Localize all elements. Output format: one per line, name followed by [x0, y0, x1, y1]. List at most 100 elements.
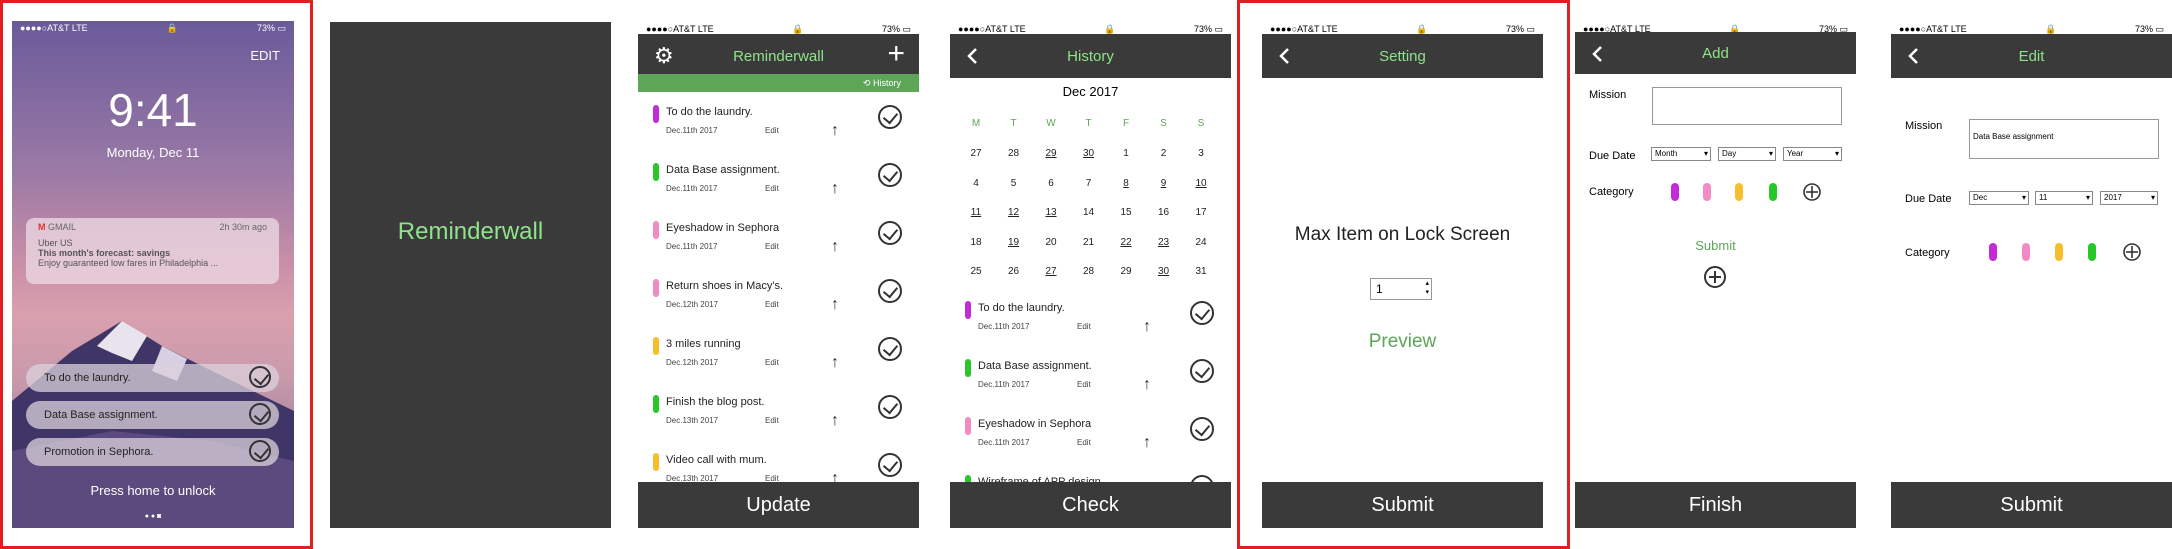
- calendar-day[interactable]: 30: [1075, 148, 1103, 159]
- add-icon[interactable]: +: [887, 37, 905, 71]
- category-purple[interactable]: [1989, 243, 1997, 261]
- day-select[interactable]: 11: [2035, 191, 2093, 205]
- back-arrow-icon[interactable]: [1587, 41, 1609, 67]
- check-circle-icon[interactable]: [878, 279, 902, 303]
- calendar-day[interactable]: 7: [1075, 178, 1103, 189]
- check-circle-icon[interactable]: [878, 337, 902, 361]
- month-select[interactable]: Dec: [1969, 191, 2029, 205]
- task-item[interactable]: Finish the blog post. Dec.13th 2017 Edit ↑: [653, 395, 903, 453]
- back-arrow-icon[interactable]: [1903, 43, 1925, 69]
- calendar-day[interactable]: 28: [1075, 266, 1103, 277]
- arrow-up-icon[interactable]: ↑: [1143, 434, 1151, 452]
- edit-link[interactable]: Edit: [765, 184, 779, 193]
- calendar-day[interactable]: 23: [1150, 237, 1178, 248]
- lock-tile[interactable]: To do the laundry.: [26, 364, 279, 392]
- category-yellow[interactable]: [2055, 243, 2063, 261]
- calendar-day[interactable]: 26: [1000, 266, 1028, 277]
- category-green[interactable]: [1769, 183, 1777, 201]
- check-circle-icon[interactable]: [878, 105, 902, 129]
- category-purple[interactable]: [1671, 183, 1679, 201]
- submit-category-link[interactable]: Submit: [1575, 238, 1856, 253]
- edit-link[interactable]: Edit: [765, 242, 779, 251]
- edit-link[interactable]: Edit: [1077, 322, 1091, 331]
- gmail-notification[interactable]: M GMAIL 2h 30m ago Uber US This month's …: [26, 218, 279, 284]
- finish-button[interactable]: Finish: [1575, 482, 1856, 528]
- calendar-day[interactable]: 29: [1037, 148, 1065, 159]
- calendar-day[interactable]: 5: [1000, 178, 1028, 189]
- back-arrow-icon[interactable]: [962, 43, 984, 69]
- max-item-stepper[interactable]: 1 ▴ ▾: [1370, 278, 1432, 300]
- submit-button[interactable]: Submit: [1262, 482, 1543, 528]
- calendar-day[interactable]: 2: [1150, 148, 1178, 159]
- task-item[interactable]: Data Base assignment. Dec.11th 2017 Edit ↑: [653, 163, 903, 221]
- check-circle-icon[interactable]: [878, 395, 902, 419]
- calendar-day[interactable]: 31: [1187, 266, 1215, 277]
- calendar-day[interactable]: 29: [1112, 266, 1140, 277]
- day-select[interactable]: Day: [1718, 147, 1776, 161]
- task-item[interactable]: To do the laundry. Dec.11th 2017 Edit ↑: [653, 105, 903, 163]
- check-circle-icon[interactable]: [1190, 359, 1214, 383]
- submit-button[interactable]: Submit: [1891, 482, 2172, 528]
- task-item[interactable]: Eyeshadow in Sephora Dec.11th 2017 Edit ↑: [653, 221, 903, 279]
- check-circle-icon[interactable]: [249, 403, 271, 425]
- check-circle-icon[interactable]: [878, 163, 902, 187]
- calendar-day[interactable]: 15: [1112, 207, 1140, 218]
- check-circle-icon[interactable]: [1190, 301, 1214, 325]
- calendar-day[interactable]: 17: [1187, 207, 1215, 218]
- add-category-icon[interactable]: [1802, 182, 1822, 202]
- calendar-day[interactable]: 1: [1112, 148, 1140, 159]
- calendar-day[interactable]: 25: [962, 266, 990, 277]
- edit-link[interactable]: Edit: [765, 126, 779, 135]
- calendar-day[interactable]: 27: [962, 148, 990, 159]
- year-select[interactable]: Year: [1783, 147, 1842, 161]
- check-circle-icon[interactable]: [1190, 417, 1214, 441]
- arrow-up-icon[interactable]: ↑: [1143, 376, 1151, 394]
- arrow-up-icon[interactable]: ↑: [831, 180, 839, 198]
- calendar-day[interactable]: 20: [1037, 237, 1065, 248]
- calendar-day[interactable]: 19: [1000, 237, 1028, 248]
- calendar-day[interactable]: 18: [962, 237, 990, 248]
- add-circle-icon[interactable]: [1704, 266, 1726, 288]
- category-pink[interactable]: [1703, 183, 1711, 201]
- calendar-day[interactable]: 27: [1037, 266, 1065, 277]
- stepper-arrows-icon[interactable]: ▴ ▾: [1425, 279, 1429, 297]
- task-item[interactable]: Data Base assignment. Dec.11th 2017 Edit ↑: [965, 359, 1215, 417]
- calendar-day[interactable]: 9: [1150, 178, 1178, 189]
- calendar-day[interactable]: 30: [1150, 266, 1178, 277]
- edit-link[interactable]: Edit: [1077, 380, 1091, 389]
- task-item[interactable]: Eyeshadow in Sephora Dec.11th 2017 Edit ↑: [965, 417, 1215, 475]
- task-item[interactable]: To do the laundry. Dec.11th 2017 Edit ↑: [965, 301, 1215, 359]
- year-select[interactable]: 2017: [2100, 191, 2158, 205]
- update-button[interactable]: Update: [638, 482, 919, 528]
- preview-link[interactable]: Preview: [1262, 331, 1543, 353]
- arrow-up-icon[interactable]: ↑: [831, 354, 839, 372]
- calendar-day[interactable]: 3: [1187, 148, 1215, 159]
- calendar-day[interactable]: 12: [1000, 207, 1028, 218]
- calendar-day[interactable]: 10: [1187, 178, 1215, 189]
- calendar-day[interactable]: 4: [962, 178, 990, 189]
- arrow-up-icon[interactable]: ↑: [831, 238, 839, 256]
- category-yellow[interactable]: [1735, 183, 1743, 201]
- edit-link[interactable]: Edit: [765, 416, 779, 425]
- check-circle-icon[interactable]: [878, 453, 902, 477]
- calendar-day[interactable]: 11: [962, 207, 990, 218]
- category-green[interactable]: [2088, 243, 2096, 261]
- calendar-day[interactable]: 24: [1187, 237, 1215, 248]
- calendar-day[interactable]: 13: [1037, 207, 1065, 218]
- category-pink[interactable]: [2022, 243, 2030, 261]
- arrow-up-icon[interactable]: ↑: [831, 122, 839, 140]
- gear-icon[interactable]: ⚙: [654, 43, 674, 69]
- calendar-day[interactable]: 16: [1150, 207, 1178, 218]
- task-item[interactable]: Return shoes in Macy's. Dec.12th 2017 Edit…: [653, 279, 903, 337]
- lock-tile[interactable]: Promotion in Sephora.: [26, 438, 279, 466]
- calendar-day[interactable]: 21: [1075, 237, 1103, 248]
- arrow-up-icon[interactable]: ↑: [831, 412, 839, 430]
- calendar-day[interactable]: 14: [1075, 207, 1103, 218]
- calendar-day[interactable]: 22: [1112, 237, 1140, 248]
- back-arrow-icon[interactable]: [1274, 43, 1296, 69]
- edit-link[interactable]: Edit: [765, 300, 779, 309]
- mission-input[interactable]: Data Base assignment: [1969, 119, 2159, 159]
- calendar-day[interactable]: 6: [1037, 178, 1065, 189]
- edit-link[interactable]: Edit: [1077, 438, 1091, 447]
- edit-link[interactable]: Edit: [765, 358, 779, 367]
